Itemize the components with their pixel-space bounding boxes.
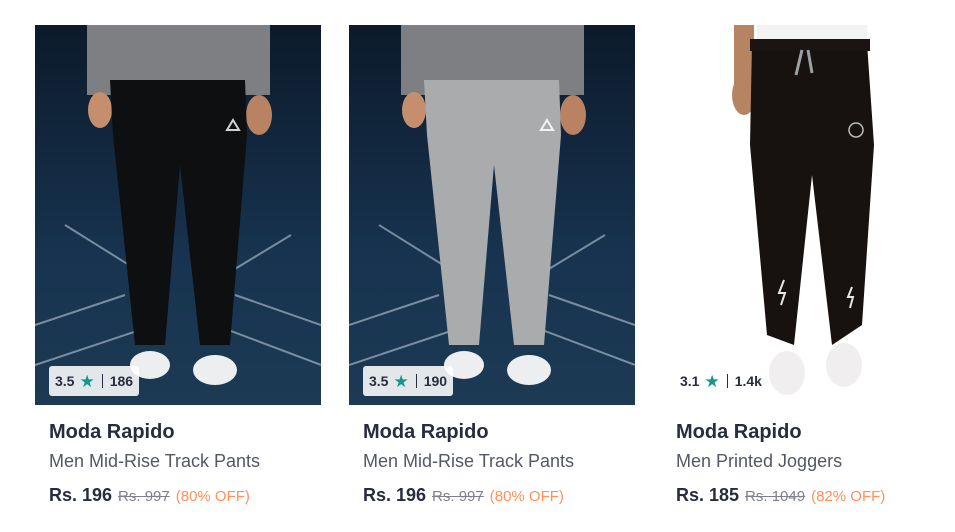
price-row: Rs. 196 Rs. 997 (80% OFF) — [363, 485, 635, 506]
rating-count: 190 — [423, 373, 448, 389]
product-brand: Moda Rapido — [676, 421, 802, 443]
product-discount: (80% OFF) — [489, 488, 564, 505]
product-image[interactable]: 3.1 ★ 1.4k — [662, 25, 948, 405]
rating-divider — [415, 374, 417, 388]
product-grid: 3.5 ★ 186 Moda Rapido Men Mid-Rise Track… — [0, 0, 955, 532]
product-brand: Moda Rapido — [363, 421, 489, 443]
product-name: Men Mid-Rise Track Pants — [363, 451, 575, 471]
star-icon: ★ — [79, 371, 95, 391]
product-mrp: Rs. 997 — [432, 488, 484, 505]
star-icon: ★ — [393, 371, 409, 391]
product-name: Men Printed Joggers — [676, 451, 843, 471]
product-name: Men Mid-Rise Track Pants — [49, 451, 261, 471]
rating-value: 3.1 — [680, 373, 700, 389]
product-info: Moda Rapido Men Mid-Rise Track Pants Rs.… — [349, 422, 635, 506]
price-row: Rs. 196 Rs. 997 (80% OFF) — [49, 485, 321, 506]
product-price: Rs. 185 — [676, 485, 740, 505]
product-photo-grey-pants — [349, 25, 635, 405]
star-icon: ★ — [704, 371, 720, 391]
product-card[interactable]: 3.5 ★ 186 Moda Rapido Men Mid-Rise Track… — [35, 25, 321, 525]
rating-value: 3.5 — [55, 373, 75, 389]
rating-value: 3.5 — [369, 373, 389, 389]
product-mrp: Rs. 1049 — [745, 488, 806, 505]
product-info: Moda Rapido Men Mid-Rise Track Pants Rs.… — [35, 422, 321, 506]
price-row: Rs. 185 Rs. 1049 (82% OFF) — [676, 485, 948, 506]
product-mrp: Rs. 997 — [118, 488, 170, 505]
rating-badge: 3.1 ★ 1.4k — [676, 366, 766, 396]
product-photo-black-joggers — [662, 25, 948, 405]
product-card[interactable]: 3.5 ★ 190 Moda Rapido Men Mid-Rise Track… — [349, 25, 635, 525]
product-image[interactable]: 3.5 ★ 186 — [35, 25, 321, 405]
product-brand: Moda Rapido — [49, 421, 175, 443]
product-discount: (80% OFF) — [175, 488, 250, 505]
product-card[interactable]: 3.1 ★ 1.4k Moda Rapido Men Printed Jogge… — [662, 25, 948, 525]
product-price: Rs. 196 — [49, 485, 113, 505]
rating-badge: 3.5 ★ 190 — [363, 366, 454, 396]
product-discount: (82% OFF) — [811, 488, 886, 505]
product-info: Moda Rapido Men Printed Joggers Rs. 185 … — [662, 422, 948, 506]
product-price: Rs. 196 — [363, 485, 427, 505]
product-image[interactable]: 3.5 ★ 190 — [349, 25, 635, 405]
rating-count: 186 — [109, 373, 134, 389]
rating-divider — [101, 374, 103, 388]
rating-divider — [726, 374, 728, 388]
product-photo-black-pants — [35, 25, 321, 405]
rating-badge: 3.5 ★ 186 — [49, 366, 140, 396]
rating-count: 1.4k — [734, 373, 762, 389]
